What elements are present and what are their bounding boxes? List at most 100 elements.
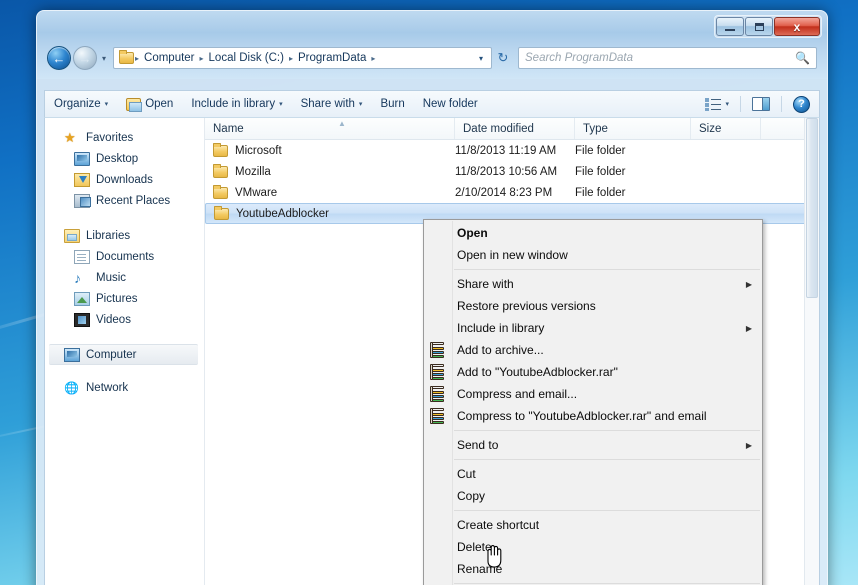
address-folder-icon — [119, 50, 134, 64]
context-menu-item-open[interactable]: Open — [424, 222, 762, 244]
sidebar-item-computer[interactable]: Computer — [49, 344, 198, 365]
winrar-icon — [430, 386, 446, 402]
submenu-arrow-icon: ▶ — [745, 279, 752, 289]
sidebar-item-desktop[interactable]: Desktop — [45, 148, 204, 169]
column-header-size[interactable]: Size — [691, 118, 761, 139]
scrollbar-thumb[interactable] — [806, 118, 818, 298]
file-name-label: VMware — [235, 186, 278, 199]
sidebar-item-label: Downloads — [96, 173, 153, 186]
file-name-cell: VMware — [205, 184, 455, 199]
breadcrumb-local-disk[interactable]: Local Disk (C:) — [205, 52, 288, 64]
context-menu-item-label: Rename — [457, 562, 503, 576]
preview-pane-icon — [752, 97, 770, 111]
open-button[interactable]: Open — [117, 91, 182, 117]
context-menu-item-label: Delete — [457, 540, 492, 554]
chevron-down-icon[interactable]: ▾ — [473, 54, 489, 63]
context-menu-item-rename[interactable]: Rename — [424, 558, 762, 580]
search-icon[interactable]: 🔍 — [795, 51, 810, 65]
preview-pane-button[interactable] — [743, 91, 779, 117]
explorer-window: x ← → ▾ ▸ Computer ▸ Local Disk (C:) ▸ P… — [36, 10, 828, 585]
context-menu-item-label: Restore previous versions — [457, 299, 596, 313]
context-menu-item-label: Include in library — [457, 321, 545, 335]
help-icon: ? — [793, 95, 810, 113]
column-header-date-modified[interactable]: Date modified — [455, 118, 575, 139]
forward-arrow-icon[interactable]: → — [73, 46, 97, 70]
chevron-down-icon: ▾ — [279, 101, 283, 108]
context-menu-item-include-in-library[interactable]: Include in library ▶ — [424, 317, 762, 339]
toolbar-divider-2 — [781, 96, 782, 112]
table-row[interactable]: VMware 2/10/2014 8:23 PM File folder — [205, 182, 819, 203]
new-folder-button[interactable]: New folder — [414, 91, 487, 117]
minimize-glyph — [725, 29, 735, 31]
sidebar-item-documents[interactable]: Documents — [45, 246, 204, 267]
file-name-cell: Mozilla — [205, 163, 455, 178]
organize-label: Organize — [54, 98, 101, 110]
context-menu-item-delete[interactable]: Delete — [424, 536, 762, 558]
winrar-icon — [430, 408, 446, 424]
sidebar-item-label: Libraries — [86, 229, 131, 242]
change-view-button[interactable]: ▾ — [696, 91, 738, 117]
maximize-glyph — [754, 22, 764, 31]
context-menu-item-label: Open — [457, 226, 488, 240]
context-menu-item-add-to-archive[interactable]: Add to archive... — [424, 339, 762, 361]
burn-button[interactable]: Burn — [371, 91, 413, 117]
include-in-library-button[interactable]: Include in library ▾ — [182, 91, 291, 117]
winrar-icon — [430, 364, 446, 380]
views-list-icon — [705, 97, 722, 111]
winrar-icon — [430, 342, 446, 358]
breadcrumb-programdata[interactable]: ProgramData — [294, 52, 370, 64]
context-menu-item-add-to-rar[interactable]: Add to "YoutubeAdblocker.rar" — [424, 361, 762, 383]
address-bar[interactable]: ▸ Computer ▸ Local Disk (C:) ▸ ProgramDa… — [113, 47, 492, 69]
context-menu-item-restore-previous-versions[interactable]: Restore previous versions — [424, 295, 762, 317]
file-type-cell: File folder — [575, 186, 626, 199]
table-row[interactable]: Mozilla 11/8/2013 10:56 AM File folder — [205, 161, 819, 182]
sidebar-item-label: Pictures — [96, 292, 138, 305]
nav-group-libraries: Libraries Documents ♪ Music Pictures Vid… — [45, 225, 204, 330]
sidebar-item-libraries[interactable]: Libraries — [45, 225, 204, 246]
context-menu-item-label: Create shortcut — [457, 518, 540, 532]
vertical-scrollbar[interactable] — [804, 118, 819, 585]
context-menu-separator — [454, 269, 760, 270]
sidebar-item-videos[interactable]: Videos — [45, 309, 204, 330]
context-menu-item-copy[interactable]: Copy — [424, 485, 762, 507]
column-header-type[interactable]: Type — [575, 118, 691, 139]
table-row[interactable]: Microsoft 11/8/2013 11:19 AM File folder — [205, 140, 819, 161]
sidebar-item-pictures[interactable]: Pictures — [45, 288, 204, 309]
include-in-library-label: Include in library — [191, 98, 276, 110]
column-header-name[interactable]: Name — [205, 118, 455, 139]
context-menu-separator — [454, 583, 760, 584]
share-with-button[interactable]: Share with ▾ — [292, 91, 372, 117]
file-type-cell: File folder — [575, 165, 626, 178]
refresh-icon[interactable]: ↻ — [492, 50, 514, 66]
context-menu-item-create-shortcut[interactable]: Create shortcut — [424, 514, 762, 536]
minimize-button[interactable] — [716, 17, 744, 36]
sidebar-item-recent-places[interactable]: Recent Places — [45, 190, 204, 211]
folder-icon — [214, 205, 229, 220]
sidebar-item-downloads[interactable]: Downloads — [45, 169, 204, 190]
title-bar[interactable]: x — [37, 11, 827, 41]
sidebar-item-favorites[interactable]: ★ Favorites — [45, 127, 204, 148]
history-dropdown-icon[interactable]: ▾ — [97, 54, 111, 63]
sidebar-item-music[interactable]: ♪ Music — [45, 267, 204, 288]
navigation-pane: ★ Favorites Desktop Downloads Recent Pla… — [45, 118, 205, 585]
sidebar-item-label: Recent Places — [96, 194, 171, 207]
context-menu-item-share-with[interactable]: Share with ▶ — [424, 273, 762, 295]
context-menu-item-open-in-new-window[interactable]: Open in new window — [424, 244, 762, 266]
close-button[interactable]: x — [774, 17, 820, 36]
context-menu-item-compress-to-rar-and-email[interactable]: Compress to "YoutubeAdblocker.rar" and e… — [424, 405, 762, 427]
context-menu-separator — [454, 510, 760, 511]
context-menu-item-compress-and-email[interactable]: Compress and email... — [424, 383, 762, 405]
search-input[interactable]: Search ProgramData 🔍 — [518, 47, 817, 69]
context-menu-item-label: Open in new window — [457, 248, 568, 262]
organize-button[interactable]: Organize ▾ — [45, 91, 117, 117]
file-name-cell: YoutubeAdblocker — [206, 205, 456, 220]
maximize-button[interactable] — [745, 17, 773, 36]
context-menu-item-cut[interactable]: Cut — [424, 463, 762, 485]
documents-icon — [74, 249, 90, 264]
sidebar-item-network[interactable]: 🌐 Network — [45, 377, 204, 398]
help-button[interactable]: ? — [784, 91, 819, 117]
context-menu-item-send-to[interactable]: Send to ▶ — [424, 434, 762, 456]
context-menu-item-label: Add to archive... — [457, 343, 544, 357]
breadcrumb-computer[interactable]: Computer — [140, 52, 199, 64]
back-arrow-icon[interactable]: ← — [47, 46, 71, 70]
